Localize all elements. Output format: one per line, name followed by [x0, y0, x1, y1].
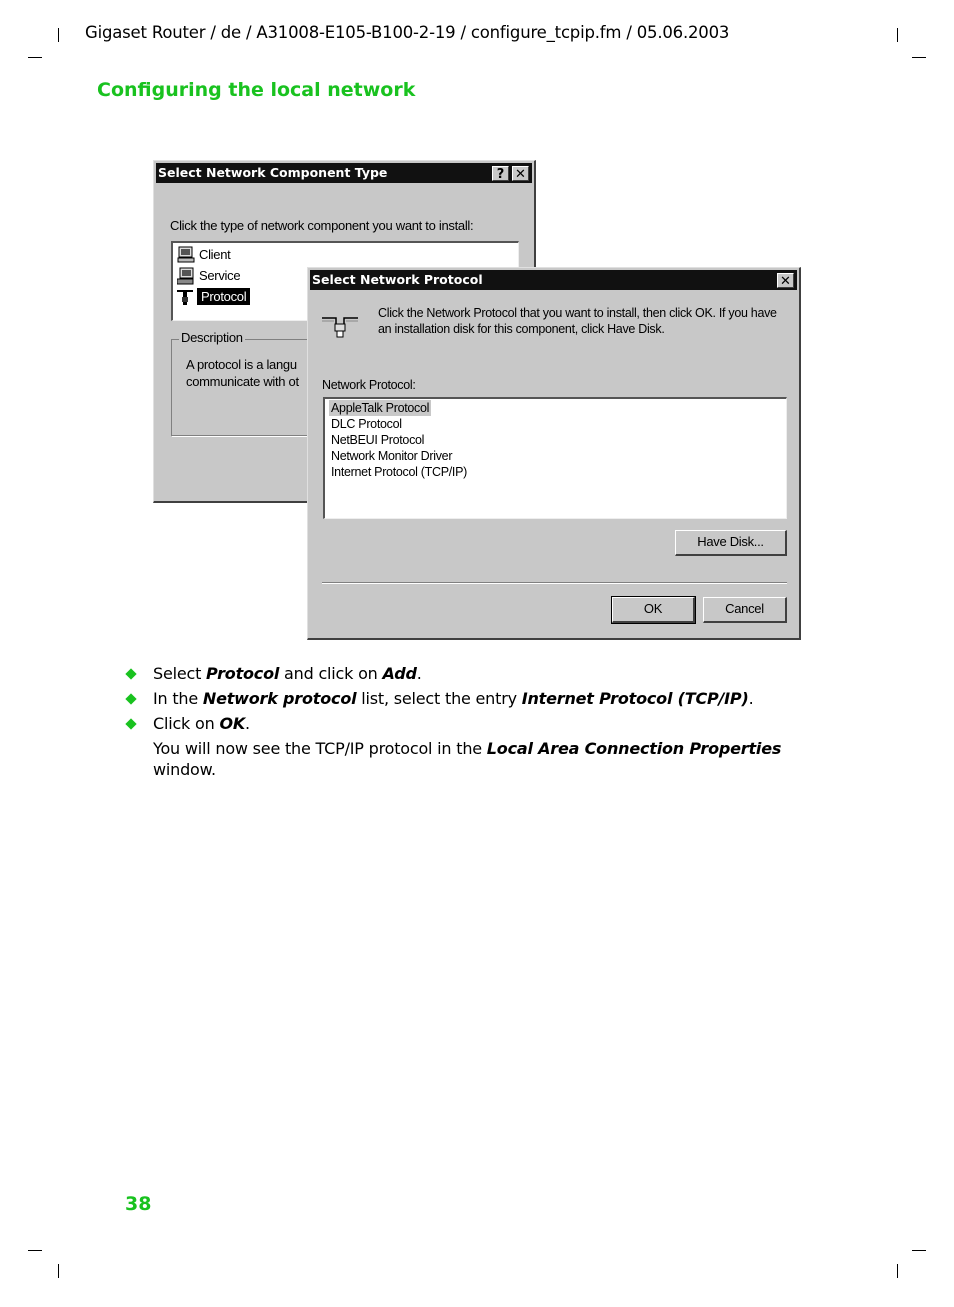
crop-mark	[912, 1250, 926, 1251]
step-text-part: and click on	[279, 664, 383, 683]
protocol-list-item-appletalk[interactable]: AppleTalk Protocol	[329, 400, 432, 416]
description-text-line1: A protocol is a langu	[186, 357, 297, 372]
protocol-list-item-network-monitor[interactable]: Network Monitor Driver	[329, 448, 454, 464]
dialog-titlebar: Select Network Protocol ✕	[310, 270, 797, 290]
list-item-label: Client	[199, 247, 231, 262]
step-text: Click on OK.	[153, 714, 250, 733]
note-line1: You will now see the TCP/IP protocol in …	[153, 739, 781, 758]
cancel-button[interactable]: Cancel	[703, 597, 787, 623]
step-text-part: Click on	[153, 714, 220, 733]
list-item-label: Service	[199, 268, 241, 283]
protocol-list-item-dlc[interactable]: DLC Protocol	[329, 416, 404, 432]
step-text-part: Select	[153, 664, 207, 683]
note-text: You will now see the TCP/IP protocol in …	[153, 739, 487, 758]
close-button[interactable]: ✕	[512, 166, 529, 182]
crop-mark	[28, 57, 42, 58]
ok-button[interactable]: OK	[611, 596, 696, 624]
protocol-list-item-tcpip[interactable]: Internet Protocol (TCP/IP)	[329, 464, 469, 480]
dialog-titlebar: Select Network Component Type ? ✕	[156, 163, 532, 183]
separator	[322, 582, 787, 584]
step-emphasis: Protocol	[206, 664, 280, 683]
document-header: Gigaset Router / de / A31008-E105-B100-2…	[85, 23, 730, 42]
description-label: Description	[179, 330, 245, 345]
note-line2: window.	[153, 760, 216, 779]
step-text-part: .	[748, 689, 754, 708]
protocol-network-icon	[177, 290, 193, 305]
select-network-protocol-dialog: Select Network Protocol ✕ Click the Netw…	[307, 267, 801, 640]
instructions-line2: an installation disk for this component,…	[378, 322, 665, 336]
dialog-title: Select Network Protocol	[312, 272, 483, 287]
step-emphasis: Internet Protocol (TCP/IP)	[521, 689, 749, 708]
step-emphasis: Add	[382, 664, 417, 683]
bullet-diamond-icon	[125, 668, 137, 680]
network-protocol-list[interactable]: AppleTalk Protocol DLC Protocol NetBEUI …	[323, 397, 787, 519]
bullet-diamond-icon	[125, 718, 137, 730]
crop-mark	[58, 28, 59, 42]
close-button[interactable]: ✕	[777, 273, 794, 289]
protocol-network-icon	[322, 317, 358, 338]
crop-mark	[28, 1250, 42, 1251]
crop-mark	[897, 1264, 898, 1278]
list-item-label: Protocol	[197, 288, 251, 305]
help-button[interactable]: ?	[492, 166, 509, 182]
protocol-list-item-netbeui[interactable]: NetBEUI Protocol	[329, 432, 426, 448]
step-text: In the Network protocol list, select the…	[153, 689, 754, 708]
dialog-title: Select Network Component Type	[158, 165, 388, 180]
have-disk-button[interactable]: Have Disk...	[675, 530, 787, 556]
instructions-line1: Click the Network Protocol that you want…	[378, 306, 777, 320]
description-text-line2: communicate with ot	[186, 374, 299, 389]
step-emphasis: Network protocol	[202, 689, 357, 708]
section-title: Configuring the local network	[97, 79, 416, 101]
note-emphasis: Local Area Connection Properties	[486, 739, 782, 758]
component-prompt: Click the type of network component you …	[170, 218, 474, 233]
step-emphasis: OK	[219, 714, 246, 733]
step-text-part: list, select the entry	[356, 689, 522, 708]
step-text-part: .	[416, 664, 422, 683]
crop-mark	[912, 57, 926, 58]
crop-mark	[897, 28, 898, 42]
page-number: 38	[125, 1193, 152, 1215]
network-protocol-label: Network Protocol:	[322, 378, 416, 392]
bullet-diamond-icon	[125, 693, 137, 705]
crop-mark	[58, 1264, 59, 1278]
service-computer-icon	[177, 267, 194, 285]
step-text-part: In the	[153, 689, 203, 708]
step-text-part: .	[245, 714, 250, 733]
client-computer-icon	[177, 246, 195, 263]
step-text: Select Protocol and click on Add.	[153, 664, 422, 683]
